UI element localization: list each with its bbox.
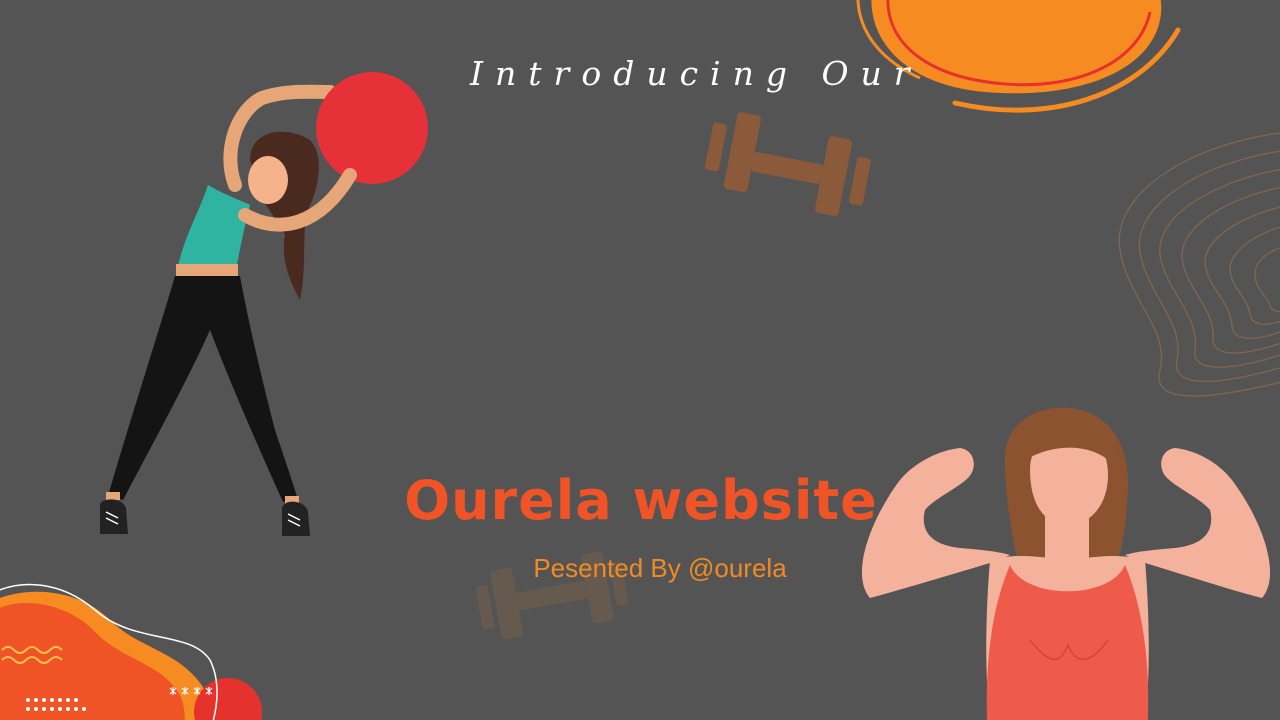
woman-flexing-illustration	[861, 407, 1271, 720]
presentation-slide: Introducing Our Ourela website Pesented …	[0, 0, 1280, 720]
topographic-lines-decoration	[1118, 132, 1280, 397]
slide-title: Ourela website	[404, 469, 878, 532]
corner-blob-decoration	[0, 583, 262, 720]
presenter-credit: Pesented By @ourela	[533, 553, 787, 583]
exercise-ball	[316, 72, 428, 184]
slide-artwork	[0, 0, 1280, 720]
woman-stretching-illustration	[100, 72, 428, 536]
intro-heading: Introducing Our	[470, 54, 922, 93]
dumbbell-icon	[704, 112, 871, 216]
